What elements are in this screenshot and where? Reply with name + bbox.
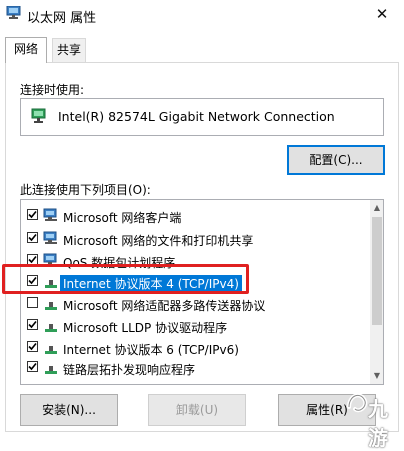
tab-network[interactable]: 网络 <box>5 37 47 63</box>
list-item[interactable]: 链路层拓扑发现响应程序 <box>21 358 371 378</box>
item-label: Internet 协议版本 4 (TCP/IPv4) <box>60 275 242 292</box>
tab-share[interactable]: 共享 <box>52 38 86 62</box>
uninstall-button[interactable]: 卸载(U) <box>148 394 246 426</box>
item-label: Microsoft LLDP 协议驱动程序 <box>63 321 228 335</box>
adapter-field: Intel(R) 82574L Gigabit Network Connecti… <box>20 98 384 136</box>
items-label: 此连接使用下列项目(O): <box>20 183 151 197</box>
checkbox[interactable] <box>27 209 38 220</box>
checkbox[interactable] <box>27 361 38 372</box>
protocol-icon <box>45 302 57 310</box>
scrollbar-thumb[interactable] <box>372 217 382 325</box>
items-listbox[interactable]: Microsoft 网络客户端 Microsoft 网络的文件和打印机共享 Qo… <box>20 199 384 385</box>
item-label: Microsoft 网络的文件和打印机共享 <box>63 234 254 248</box>
checkbox[interactable] <box>27 232 38 243</box>
network-client-icon <box>43 231 57 244</box>
item-label: Internet 协议版本 6 (TCP/IPv6) <box>63 343 239 357</box>
list-item[interactable]: QoS 数据包计划程序 <box>21 251 371 271</box>
item-label: 链路层拓扑发现响应程序 <box>63 363 196 377</box>
list-item[interactable]: Microsoft LLDP 协议驱动程序 <box>21 316 371 336</box>
checkbox[interactable] <box>27 319 38 330</box>
item-label: QoS 数据包计划程序 <box>63 256 176 270</box>
checkmark-icon <box>28 320 37 329</box>
checkmark-icon <box>28 342 37 351</box>
protocol-icon <box>45 346 57 354</box>
protocol-icon <box>45 366 57 374</box>
vertical-scrollbar[interactable]: ▲ ▼ <box>370 200 383 384</box>
close-icon: ✕ <box>375 5 389 23</box>
list-item[interactable]: Internet 协议版本 6 (TCP/IPv6) <box>21 338 371 358</box>
connect-using-label: 连接时使用: <box>20 83 85 97</box>
title-bar: 以太网 属性 ✕ <box>0 0 404 30</box>
network-client-icon <box>43 208 57 221</box>
list-item[interactable]: Microsoft 网络客户端 <box>21 206 371 226</box>
network-icon <box>6 6 21 19</box>
checkbox[interactable] <box>27 254 38 265</box>
list-item[interactable]: Microsoft 网络适配器多路传送器协议 <box>21 294 371 314</box>
network-adapter-icon <box>31 108 46 123</box>
item-label: Microsoft 网络适配器多路传送器协议 <box>63 299 266 313</box>
list-item-selected[interactable]: Internet 协议版本 4 (TCP/IPv4) <box>21 272 371 292</box>
configure-button[interactable]: 配置(C)... <box>287 145 385 175</box>
close-button[interactable]: ✕ <box>360 0 404 30</box>
checkbox[interactable] <box>27 297 38 308</box>
window-title: 以太网 属性 <box>27 11 97 26</box>
network-client-icon <box>43 253 57 266</box>
protocol-icon <box>45 280 57 288</box>
checkmark-icon <box>28 276 37 285</box>
watermark-text: 九游 <box>368 397 388 450</box>
list-item[interactable]: Microsoft 网络的文件和打印机共享 <box>21 229 371 249</box>
protocol-icon <box>45 324 57 332</box>
item-label: Microsoft 网络客户端 <box>63 211 182 225</box>
checkmark-icon <box>28 210 37 219</box>
checkmark-icon <box>28 255 37 264</box>
checkbox[interactable] <box>27 275 38 286</box>
checkbox[interactable] <box>27 341 38 352</box>
install-button[interactable]: 安装(N)... <box>20 394 118 426</box>
checkmark-icon <box>28 233 37 242</box>
adapter-name: Intel(R) 82574L Gigabit Network Connecti… <box>58 109 335 124</box>
scroll-up-icon[interactable]: ▲ <box>370 200 383 216</box>
checkmark-icon <box>28 362 37 371</box>
scroll-down-icon[interactable]: ▼ <box>370 368 383 384</box>
